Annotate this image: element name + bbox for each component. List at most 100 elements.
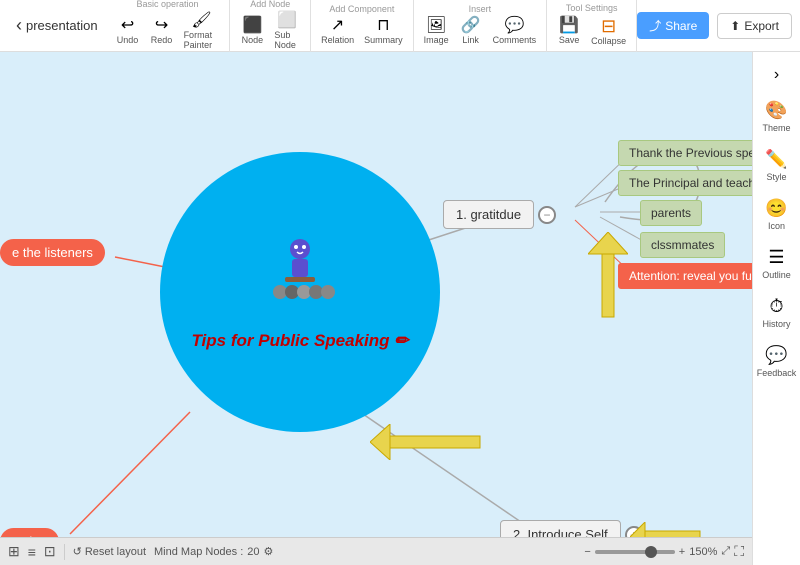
save-icon: 💾 (559, 18, 579, 34)
zoom-plus-button[interactable]: + (679, 546, 685, 558)
subnode-1[interactable]: The Principal and teach (618, 170, 752, 196)
style-icon: ✏️ (765, 149, 787, 170)
history-icon: ⏱ (769, 296, 783, 317)
zoom-percent: 150% (689, 546, 717, 558)
format-painter-icon: 🖌 (191, 13, 211, 29)
left-arrow-overlay (370, 424, 490, 465)
emoji-icon: 😊 (765, 198, 787, 219)
subnode-3[interactable]: clssmmates (640, 232, 725, 258)
app-title: presentation (26, 18, 98, 33)
main-area: Tips for Public Speaking ✏ 1. gratitdue … (0, 52, 800, 565)
redo-icon: ↪ (155, 18, 168, 34)
link-button[interactable]: 🔗 Link (455, 16, 487, 47)
subnode-principal: The Principal and teach (618, 170, 752, 196)
group-items-tool-settings: 💾 Save ⊟ Collapse (553, 15, 630, 48)
outline-panel-button[interactable]: ☰ Outline (755, 241, 799, 286)
theme-icon: 🎨 (765, 100, 787, 121)
zoom-minus-button[interactable]: − (584, 546, 590, 558)
zoom-slider[interactable] (595, 550, 675, 554)
group-label-insert: Insert (469, 4, 492, 14)
toolbar-group-add-component: Add Component ↗ Relation ⊓ Summary (311, 0, 414, 52)
right-panel: › 🎨 Theme ✏️ Style 😊 Icon ☰ Outline ⏱ Hi… (752, 52, 800, 565)
relation-icon: ↗ (331, 18, 344, 34)
subnode-parents: parents (640, 200, 702, 226)
node-icon: ⬛ (242, 18, 262, 34)
share-button[interactable]: ⤴ Share (637, 12, 709, 39)
reset-layout-button[interactable]: ↺ Reset layout (73, 545, 146, 558)
outline-icon: ☰ (768, 247, 784, 268)
separator-1 (64, 544, 65, 560)
image-button[interactable]: 🖼 Image (420, 16, 453, 47)
link-icon: 🔗 (461, 18, 481, 34)
group-items-add-node: ⬛ Node ⬜ Sub Node (236, 11, 304, 52)
node-button[interactable]: ⬛ Node (236, 16, 268, 47)
back-arrow-icon: ‹ (16, 15, 22, 36)
speaker-icon (260, 234, 340, 323)
group-label-tool-settings: Tool Settings (566, 3, 618, 13)
list-icon[interactable]: ≡ (28, 544, 36, 560)
fullscreen-icon[interactable]: ⛶ (734, 543, 744, 560)
node-count-display: Mind Map Nodes : 20 ⚙ (154, 545, 273, 558)
style-panel-button[interactable]: ✏️ Style (755, 143, 799, 188)
image-icon: 🖼 (426, 18, 446, 34)
toolbar-group-insert: Insert 🖼 Image 🔗 Link 💬 Comments (414, 0, 548, 52)
feedback-icon: 💬 (765, 345, 787, 366)
node-listeners[interactable]: e the listeners (0, 239, 105, 266)
gratitude-expand-button[interactable]: − (538, 206, 556, 224)
subnode-4[interactable]: Attention: reveal you fu (618, 263, 752, 289)
fit-icon[interactable]: ⤢ (721, 545, 730, 558)
node-gratitude[interactable]: 1. gratitdue − (443, 200, 556, 229)
bottom-bar: ⊞ ≡ ⊡ ↺ Reset layout Mind Map Nodes : 20… (0, 537, 752, 565)
summary-button[interactable]: ⊓ Summary (360, 16, 407, 47)
export-button[interactable]: ⬆ Export (717, 13, 792, 39)
feedback-panel-button[interactable]: 💬 Feedback (755, 339, 799, 384)
save-button[interactable]: 💾 Save (553, 16, 585, 47)
history-panel-button[interactable]: ⏱ History (755, 290, 799, 335)
toolbar: ‹ presentation Basic operation ↩ Undo ↪ … (0, 0, 800, 52)
reset-icon: ↺ (73, 545, 82, 558)
subnode-2[interactable]: parents (640, 200, 702, 226)
summary-icon: ⊓ (377, 18, 389, 34)
node-gratitude-label: 1. gratitdue (443, 200, 534, 229)
collapse-button[interactable]: ⊟ Collapse (587, 15, 630, 48)
grid-icon[interactable]: ⊞ (8, 543, 20, 560)
zoom-controls: − + 150% ⤢ ⛶ (584, 543, 744, 560)
icon-panel-button[interactable]: 😊 Icon (755, 192, 799, 237)
undo-button[interactable]: ↩ Undo (112, 16, 144, 47)
mindmap-canvas[interactable]: Tips for Public Speaking ✏ 1. gratitdue … (0, 52, 752, 565)
central-node[interactable]: Tips for Public Speaking ✏ (160, 152, 440, 432)
central-title: Tips for Public Speaking ✏ (191, 331, 408, 351)
collapse-icon: ⊟ (601, 17, 616, 35)
subnode-classmates: clssmmates (640, 232, 725, 258)
comments-icon: 💬 (504, 18, 524, 34)
toolbar-group-add-node: Add Node ⬛ Node ⬜ Sub Node (230, 0, 311, 52)
collapse-panel-icon: › (774, 66, 779, 84)
subnode-attention: Attention: reveal you fu (618, 263, 752, 289)
format-painter-button[interactable]: 🖌 Format Painter (180, 11, 224, 52)
share-icon: ⤴ (649, 17, 661, 34)
toolbar-group-tool-settings: Tool Settings 💾 Save ⊟ Collapse (547, 0, 637, 52)
expand-icon[interactable]: ⊡ (44, 543, 56, 560)
sub-node-button[interactable]: ⬜ Sub Node (270, 11, 304, 52)
group-items-basic: ↩ Undo ↪ Redo 🖌 Format Painter (112, 11, 224, 52)
relation-button[interactable]: ↗ Relation (317, 16, 358, 47)
redo-button[interactable]: ↪ Redo (146, 16, 178, 47)
panel-toggle-button[interactable]: › (755, 60, 799, 90)
settings-icon[interactable]: ⚙ (264, 545, 274, 558)
comments-button[interactable]: 💬 Comments (489, 16, 541, 47)
toolbar-group-basic: Basic operation ↩ Undo ↪ Redo 🖌 Format P… (106, 0, 231, 52)
back-button[interactable]: ‹ presentation (8, 11, 106, 40)
group-label-basic: Basic operation (136, 0, 198, 9)
sub-node-icon: ⬜ (277, 13, 297, 29)
export-icon: ⬆ (730, 19, 740, 33)
node-listeners-label: e the listeners (0, 239, 105, 266)
toolbar-right: ⤴ Share ⬆ Export (637, 12, 792, 39)
group-label-add-node: Add Node (250, 0, 290, 9)
undo-icon: ↩ (121, 18, 134, 34)
subnode-thank: Thank the Previous spe (618, 140, 752, 166)
group-label-add-component: Add Component (329, 4, 394, 14)
group-items-add-component: ↗ Relation ⊓ Summary (317, 16, 407, 47)
theme-panel-button[interactable]: 🎨 Theme (755, 94, 799, 139)
group-items-insert: 🖼 Image 🔗 Link 💬 Comments (420, 16, 541, 47)
subnode-0[interactable]: Thank the Previous spe (618, 140, 752, 166)
